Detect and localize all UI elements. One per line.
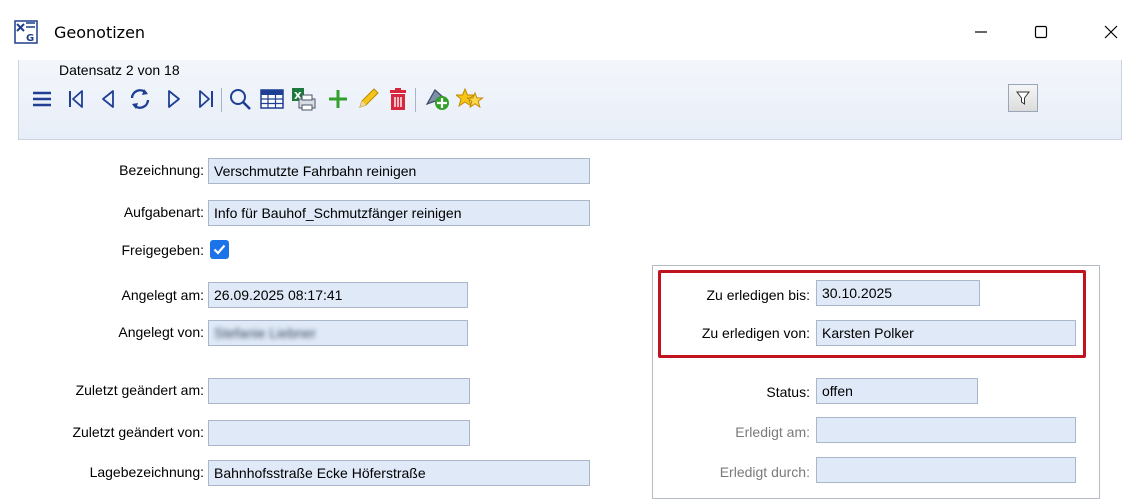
next-record-button[interactable] xyxy=(161,86,187,112)
bezeichnung-label: Bezeichnung: xyxy=(119,162,204,178)
bezeichnung-field[interactable]: Verschmutzte Fahrbahn reinigen xyxy=(208,158,590,184)
minimize-button[interactable] xyxy=(958,12,1004,52)
close-button[interactable] xyxy=(1088,12,1134,52)
erledigt-am-label: Erledigt am: xyxy=(735,424,810,440)
add-geometry-icon xyxy=(425,89,449,110)
freigegeben-label: Freigegeben: xyxy=(121,242,204,258)
filter-icon xyxy=(1016,91,1030,105)
previous-record-button[interactable] xyxy=(95,86,121,112)
angelegt-am-field: 26.09.2025 08:17:41 xyxy=(208,282,468,308)
toolbar-panel: Datensatz 2 von 18 X xyxy=(18,60,1122,140)
last-record-button[interactable] xyxy=(193,86,219,112)
refresh-button[interactable] xyxy=(125,86,155,112)
window-title: Geonotizen xyxy=(54,23,146,42)
add-geometry-button[interactable] xyxy=(423,86,453,112)
add-icon xyxy=(329,90,347,108)
delete-button[interactable] xyxy=(385,86,411,112)
erledigt-am-field xyxy=(816,417,1076,443)
excel-export-icon: X xyxy=(292,88,316,111)
table-view-icon xyxy=(260,89,284,109)
svg-text:G: G xyxy=(26,33,34,44)
aufgabenart-label: Aufgabenart: xyxy=(123,204,204,220)
toolbar-separator xyxy=(415,88,416,112)
excel-export-button[interactable]: X xyxy=(291,86,317,112)
close-icon xyxy=(1104,25,1118,39)
first-record-icon xyxy=(69,90,83,108)
favorites-icon xyxy=(456,87,484,109)
next-record-icon xyxy=(168,90,180,108)
aufgabenart-field[interactable]: Info für Bauhof_Schmutzfänger reinigen xyxy=(208,200,590,226)
toolbar-separator xyxy=(221,88,222,112)
zuletzt-geaendert-am-label: Zuletzt geändert am: xyxy=(75,382,204,398)
maximize-button[interactable] xyxy=(1018,12,1064,52)
status-field[interactable]: offen xyxy=(816,378,978,404)
zuletzt-geaendert-von-label: Zuletzt geändert von: xyxy=(72,424,204,440)
zu-erledigen-bis-label: Zu erledigen bis: xyxy=(706,287,810,303)
search-button[interactable] xyxy=(227,86,253,112)
title-bar: G Geonotizen xyxy=(0,0,1136,62)
search-icon xyxy=(230,89,251,110)
maximize-icon xyxy=(1034,25,1048,39)
lagebezeichnung-label: Lagebezeichnung: xyxy=(89,464,204,480)
minimize-icon xyxy=(975,31,987,33)
erledigt-durch-label: Erledigt durch: xyxy=(719,464,810,480)
checkmark-icon xyxy=(213,244,226,255)
delete-icon xyxy=(390,88,406,110)
filter-button[interactable] xyxy=(1008,84,1038,112)
last-record-icon xyxy=(199,90,213,108)
angelegt-am-label: Angelegt am: xyxy=(121,287,205,303)
previous-record-icon xyxy=(102,90,114,108)
favorites-button[interactable] xyxy=(455,86,485,112)
status-label: Status: xyxy=(766,384,810,400)
edit-button[interactable] xyxy=(355,86,381,112)
zu-erledigen-von-field[interactable]: Karsten Polker xyxy=(816,320,1076,346)
zuletzt-geaendert-von-field xyxy=(208,420,470,446)
first-record-button[interactable] xyxy=(63,86,89,112)
angelegt-von-label: Angelegt von: xyxy=(118,324,204,340)
zu-erledigen-von-label: Zu erledigen von: xyxy=(701,325,810,341)
menu-button[interactable] xyxy=(29,86,55,112)
lagebezeichnung-field[interactable]: Bahnhofsstraße Ecke Höferstraße xyxy=(208,460,590,486)
erledigt-durch-field xyxy=(816,457,1076,483)
zu-erledigen-bis-field[interactable]: 30.10.2025 xyxy=(816,280,980,306)
add-button[interactable] xyxy=(325,86,351,112)
table-view-button[interactable] xyxy=(259,86,285,112)
edit-icon xyxy=(359,88,379,108)
record-counter: Datensatz 2 von 18 xyxy=(59,62,180,78)
blurred-user-name: Stefanie Liebner xyxy=(214,325,316,341)
angelegt-von-field: Stefanie Liebner xyxy=(208,320,468,346)
freigegeben-checkbox[interactable] xyxy=(210,240,229,259)
zuletzt-geaendert-am-field xyxy=(208,378,470,404)
geo-app-icon: G xyxy=(14,20,38,44)
refresh-icon xyxy=(130,89,150,109)
menu-icon xyxy=(33,91,51,107)
